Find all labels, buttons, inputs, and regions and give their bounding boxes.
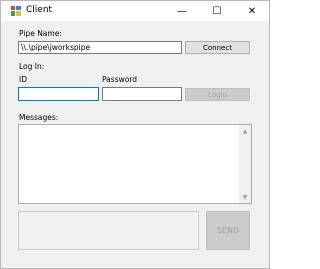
connect-button[interactable]: Connect (185, 41, 250, 54)
minimize-button[interactable]: — (167, 1, 197, 21)
close-button[interactable]: ✕ (237, 1, 267, 21)
messages-textarea[interactable]: ▲ ▼ (18, 124, 252, 204)
app-icon (11, 6, 21, 16)
messages-scrollbar[interactable]: ▲ ▼ (239, 125, 251, 203)
maximize-icon: ☐ (212, 5, 222, 17)
login-button[interactable]: Login (185, 88, 250, 101)
scroll-up-icon[interactable]: ▲ (241, 127, 249, 135)
scroll-down-icon[interactable]: ▼ (241, 193, 249, 201)
send-button[interactable]: SEND (206, 211, 250, 250)
title-bar[interactable]: Client — ☐ ✕ (1, 1, 269, 21)
pipe-name-label: Pipe Name: (19, 29, 62, 38)
close-icon: ✕ (247, 5, 257, 17)
password-input[interactable] (102, 87, 182, 101)
id-label: ID (19, 75, 27, 84)
messages-label: Messages: (19, 113, 59, 122)
maximize-button[interactable]: ☐ (202, 1, 232, 21)
id-input[interactable] (18, 87, 99, 101)
password-label: Password (102, 75, 138, 84)
message-input[interactable] (18, 211, 199, 250)
minimize-icon: — (177, 5, 187, 17)
login-label: Log In: (19, 62, 45, 71)
window-title: Client (26, 5, 53, 15)
client-window: Client — ☐ ✕ Pipe Name: \\.\pipe\jworksp… (0, 0, 270, 269)
pipe-name-input[interactable]: \\.\pipe\jworkspipe (18, 41, 182, 54)
